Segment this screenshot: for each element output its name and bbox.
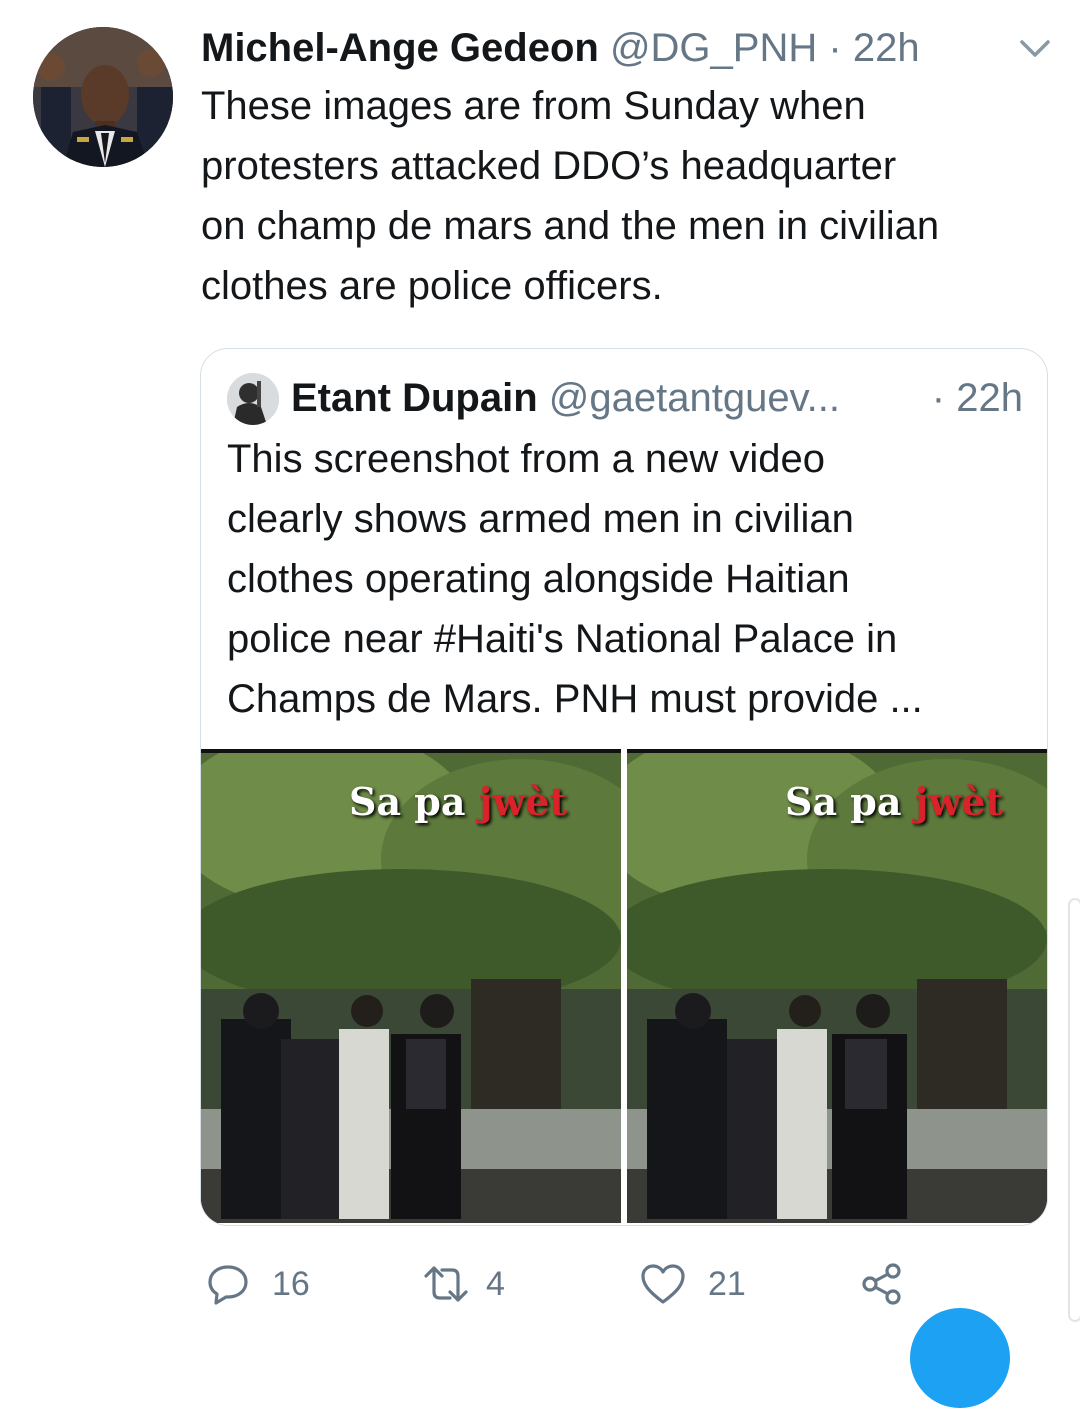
- chevron-down-icon[interactable]: [1018, 36, 1052, 62]
- quoted-media-grid: Sa pa jwèt Sa pa jwèt: [201, 749, 1047, 1225]
- tweet-text-line: clothes are police officers.: [201, 264, 663, 308]
- quoted-author-avatar[interactable]: [227, 373, 279, 425]
- share-icon: [860, 1262, 904, 1306]
- tweet-text-line: on champ de mars and the men in civilian: [201, 204, 940, 248]
- like-icon: [640, 1262, 686, 1306]
- author-handle[interactable]: @DG_PNH: [610, 26, 817, 70]
- like-button[interactable]: 21: [640, 1254, 746, 1314]
- quoted-text-line: Champs de Mars. PNH must provide ...: [227, 677, 923, 721]
- overlay-text-white: Sa pa: [785, 779, 902, 824]
- quoted-tweet-text: This screenshot from a new video clearly…: [227, 429, 1027, 729]
- tweet-text-line: These images are from Sunday when: [201, 84, 866, 128]
- overlay-text-white: Sa pa: [349, 779, 466, 824]
- retweet-icon: [422, 1262, 470, 1306]
- quoted-tweet-card[interactable]: Etant Dupain @gaetantguev... · 22h This …: [200, 348, 1048, 1226]
- reply-icon: [206, 1262, 250, 1306]
- tweet-time[interactable]: 22h: [853, 26, 920, 70]
- media-overlay-caption: Sa pa jwèt: [785, 779, 1003, 824]
- reply-count: 16: [272, 1264, 310, 1303]
- quoted-text-line: clothes operating alongside Haitian: [227, 557, 850, 601]
- overlay-text-red: jwèt: [478, 779, 567, 824]
- media-overlay-caption: Sa pa jwèt: [349, 779, 567, 824]
- reply-button[interactable]: 16: [206, 1254, 310, 1314]
- quoted-text-line: This screenshot from a new video: [227, 437, 826, 481]
- compose-fab-button[interactable]: [910, 1308, 1010, 1408]
- side-panel-edge: [1068, 898, 1080, 1322]
- share-button[interactable]: [860, 1254, 904, 1314]
- media-image[interactable]: Sa pa jwèt: [627, 749, 1047, 1223]
- tweet-text: These images are from Sunday when protes…: [201, 76, 1061, 316]
- quoted-time-wrap: · 22h: [932, 371, 1023, 425]
- author-name[interactable]: Michel-Ange Gedeon: [201, 26, 599, 70]
- tweet-actions: 16 4 21: [200, 1254, 1060, 1314]
- quoted-text-line: police near #Haiti's National Palace in: [227, 617, 898, 661]
- quoted-tweet-time[interactable]: 22h: [956, 376, 1023, 420]
- media-image[interactable]: Sa pa jwèt: [201, 749, 621, 1223]
- like-count: 21: [708, 1264, 746, 1303]
- retweet-count: 4: [486, 1264, 505, 1303]
- quoted-text-line: clearly shows armed men in civilian: [227, 497, 854, 541]
- quoted-tweet-header: Etant Dupain @gaetantguev...: [291, 371, 1031, 425]
- quoted-separator: ·: [931, 376, 946, 420]
- overlay-text-red: jwèt: [914, 779, 1003, 824]
- quoted-author-name[interactable]: Etant Dupain: [291, 376, 538, 420]
- retweet-button[interactable]: 4: [422, 1254, 505, 1314]
- quoted-author-handle[interactable]: @gaetantguev...: [549, 376, 840, 420]
- author-avatar[interactable]: [33, 27, 173, 167]
- avatar-image: [33, 27, 173, 167]
- tweet-header: Michel-Ange Gedeon @DG_PNH · 22h: [201, 20, 1061, 76]
- header-separator: ·: [828, 26, 842, 70]
- tweet-text-line: protesters attacked DDO’s headquarter: [201, 144, 897, 188]
